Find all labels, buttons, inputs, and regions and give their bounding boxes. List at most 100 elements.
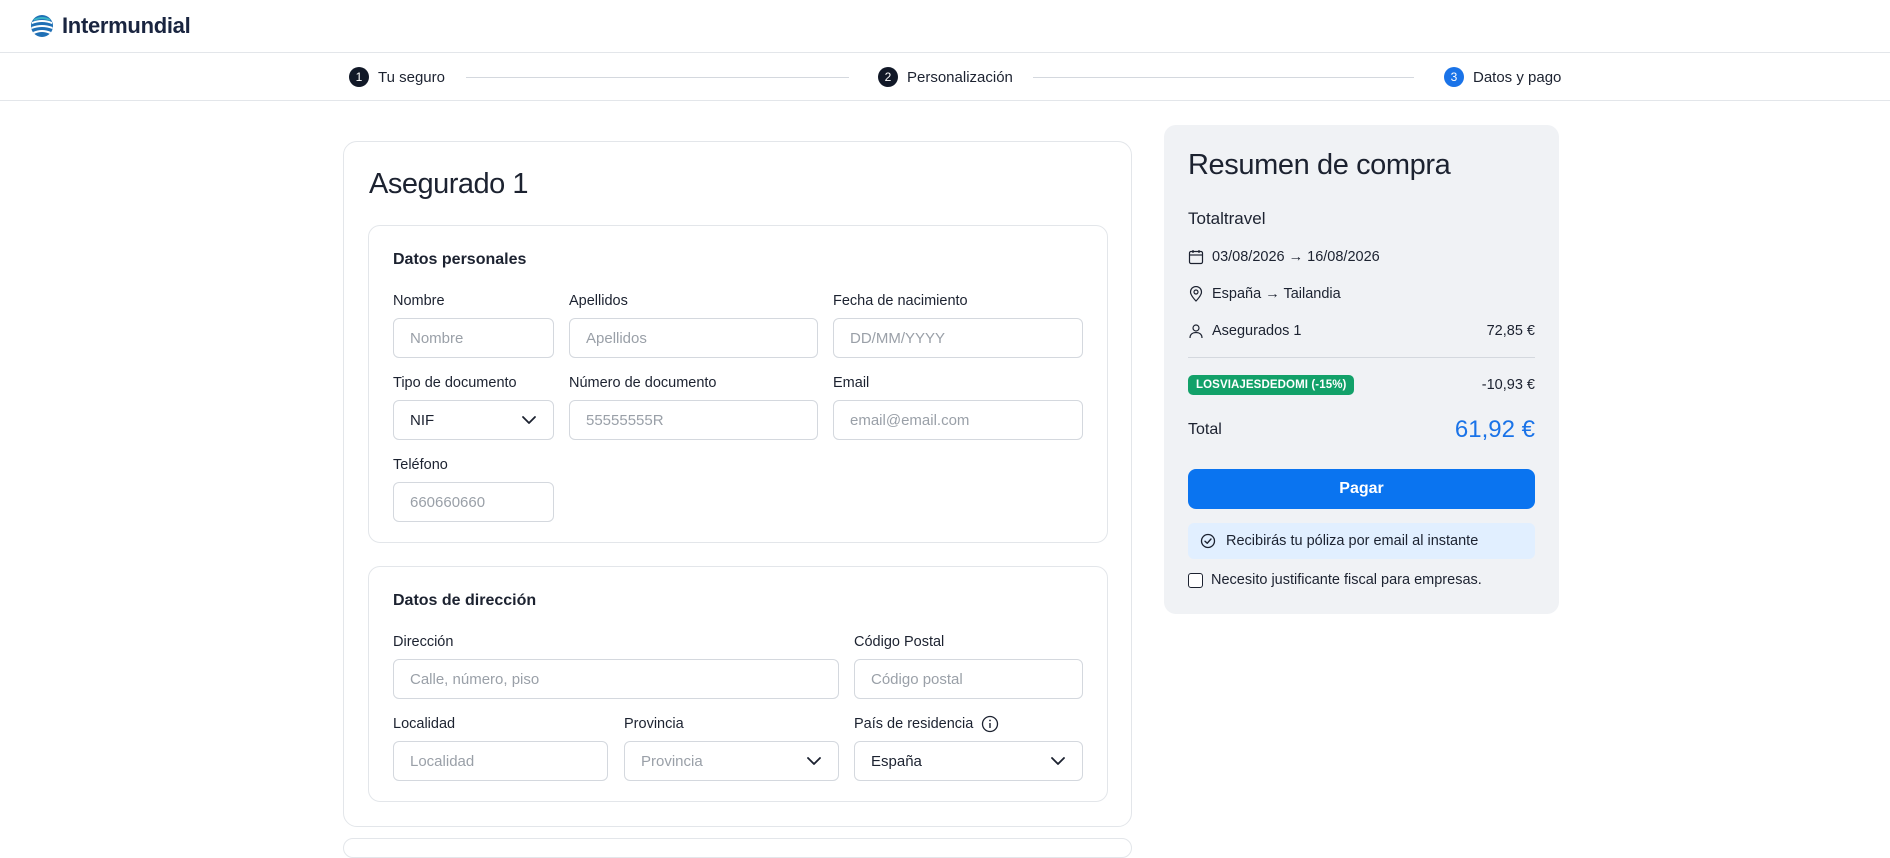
provincia-field: Provincia Provincia [624, 715, 839, 781]
field-label: Código Postal [854, 634, 945, 650]
fecha-nacimiento-input[interactable] [833, 318, 1083, 358]
promo-row: LOSVIAJESDEDOMI (-15%) -10,93 € [1188, 375, 1535, 395]
step-number: 2 [878, 67, 898, 87]
chevron-down-icon [522, 416, 536, 424]
location-pin-icon [1189, 286, 1203, 302]
field-label: Localidad [393, 716, 456, 732]
notice-text: Recibirás tu póliza por email al instant… [1226, 533, 1479, 549]
route-text: España → Tailandia [1212, 286, 1341, 302]
intermundial-logo-icon [31, 15, 53, 37]
apellidos-field: Apellidos [569, 292, 818, 358]
tipo-documento-field: Tipo de documento NIF [393, 374, 554, 440]
chevron-down-icon [807, 757, 821, 765]
direccion-input[interactable] [393, 659, 839, 699]
step-number: 3 [1444, 67, 1464, 87]
step-label: Tu seguro [378, 68, 445, 86]
select-placeholder: Provincia [641, 752, 703, 770]
field-label: Email [833, 375, 870, 391]
fecha-nacimiento-field: Fecha de nacimiento [833, 292, 1083, 358]
invoice-checkbox[interactable] [1188, 572, 1203, 588]
step-datos-y-pago[interactable]: 3 Datos y pago [1444, 67, 1561, 87]
checkout-stepper: 1 Tu seguro 2 Personalización 3 Datos y … [0, 53, 1890, 101]
user-icon [1189, 324, 1203, 339]
travel-dates-row: 03/08/2026 → 16/08/2026 [1188, 249, 1535, 265]
fecha-nacimiento-input-control[interactable] [850, 329, 1066, 347]
pais-residencia-select[interactable]: España [854, 741, 1083, 781]
select-value: NIF [410, 411, 435, 429]
localidad-input-control[interactable] [410, 752, 591, 770]
numero-documento-input-control[interactable] [586, 411, 801, 429]
apellidos-input[interactable] [569, 318, 818, 358]
next-insured-card-edge [343, 838, 1132, 858]
field-label: Dirección [393, 634, 454, 650]
purchase-summary: Resumen de compra Totaltravel 03/08/2026… [1164, 125, 1559, 614]
nombre-input-control[interactable] [410, 329, 537, 347]
telefono-input-control[interactable] [410, 493, 537, 511]
field-label: Provincia [624, 716, 684, 732]
invoice-checkbox-row[interactable]: Necesito justificante fiscal para empres… [1188, 572, 1482, 588]
step-personalizacion[interactable]: 2 Personalización [878, 67, 1013, 87]
pais-residencia-field: País de residencia España [854, 715, 1083, 781]
nombre-input[interactable] [393, 318, 554, 358]
route-row: España → Tailandia [1188, 286, 1535, 302]
pay-button[interactable]: Pagar [1188, 469, 1535, 509]
chevron-down-icon [1051, 757, 1065, 765]
field-label: Nombre [393, 293, 445, 309]
apellidos-input-control[interactable] [586, 329, 801, 347]
product-name: Totaltravel [1188, 209, 1266, 228]
field-label: Fecha de nacimiento [833, 293, 968, 309]
summary-title: Resumen de compra [1188, 149, 1451, 181]
field-label: Teléfono [393, 457, 448, 473]
check-circle-icon [1200, 533, 1216, 549]
summary-divider [1188, 357, 1535, 358]
field-label: País de residencia [854, 715, 1083, 733]
direccion-input-control[interactable] [410, 670, 822, 688]
numero-documento-input[interactable] [569, 400, 818, 440]
total-value: 61,92 € [1454, 416, 1535, 443]
section-title: Datos de dirección [393, 592, 537, 609]
personal-data-section: Datos personales Nombre Apellidos Fecha … [368, 225, 1108, 543]
codigo-postal-field: Código Postal [854, 633, 1083, 699]
telefono-input[interactable] [393, 482, 554, 522]
invoice-label[interactable]: Necesito justificante fiscal para empres… [1211, 572, 1482, 588]
total-label: Total [1188, 421, 1222, 438]
tipo-documento-select[interactable]: NIF [393, 400, 554, 440]
provincia-select[interactable]: Provincia [624, 741, 839, 781]
brand-logo[interactable]: Intermundial [30, 13, 191, 39]
step-tu-seguro[interactable]: 1 Tu seguro [349, 67, 445, 87]
direccion-field: Dirección [393, 633, 839, 699]
top-header: Intermundial [0, 0, 1890, 53]
step-number: 1 [349, 67, 369, 87]
insured-count-row: Asegurados 1 72,85 € [1188, 323, 1535, 339]
insured-count-label: Asegurados 1 [1212, 323, 1302, 339]
insured-form-card: Asegurado 1 Datos personales Nombre Apel… [343, 141, 1132, 827]
email-field: Email [833, 374, 1083, 440]
brand-name: Intermundial [62, 13, 191, 38]
step-label: Datos y pago [1473, 68, 1562, 86]
insured-title: Asegurado 1 [369, 168, 528, 200]
nombre-field: Nombre [393, 292, 554, 358]
email-input-control[interactable] [850, 411, 1066, 429]
promo-code-badge: LOSVIAJESDEDOMI (-15%) [1188, 375, 1355, 395]
email-input[interactable] [833, 400, 1083, 440]
calendar-icon [1188, 250, 1204, 265]
step-connector [466, 77, 849, 78]
promo-discount: -10,93 € [1481, 377, 1535, 393]
info-icon[interactable] [981, 715, 999, 733]
address-data-section: Datos de dirección Dirección Código Post… [368, 566, 1108, 802]
email-policy-notice: Recibirás tu póliza por email al instant… [1188, 523, 1535, 559]
numero-documento-field: Número de documento [569, 374, 818, 440]
codigo-postal-input[interactable] [854, 659, 1083, 699]
localidad-input[interactable] [393, 741, 608, 781]
section-title: Datos personales [393, 251, 527, 268]
insured-price: 72,85 € [1486, 323, 1535, 339]
select-value: España [871, 752, 922, 770]
field-label: Apellidos [569, 293, 628, 309]
telefono-field: Teléfono [393, 456, 554, 522]
codigo-postal-input-control[interactable] [871, 670, 1066, 688]
field-label: Tipo de documento [393, 375, 517, 391]
field-label: Número de documento [569, 375, 717, 391]
field-label-text: País de residencia [854, 716, 974, 732]
localidad-field: Localidad [393, 715, 608, 781]
total-row: Total 61,92 € [1188, 416, 1535, 444]
